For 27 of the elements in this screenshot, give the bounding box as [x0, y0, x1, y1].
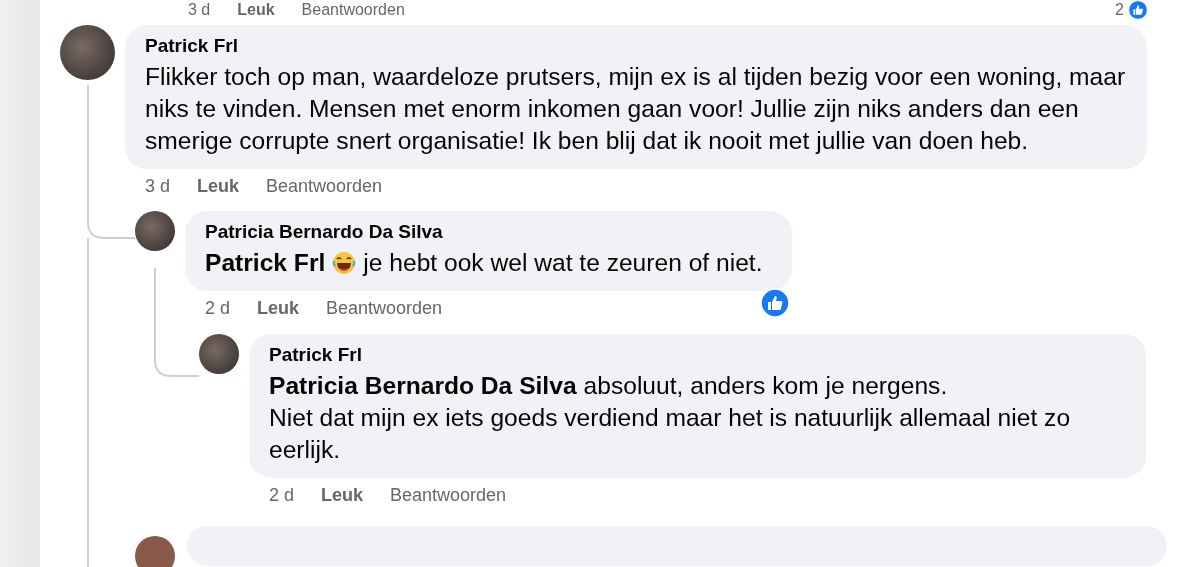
avatar[interactable] [199, 334, 239, 374]
like-link[interactable]: Leuk [257, 298, 300, 319]
like-link[interactable]: Leuk [197, 176, 240, 197]
timestamp[interactable]: 3 d [188, 1, 211, 19]
comment-text: absoluut, anders kom je nergens. [583, 371, 949, 401]
author-name[interactable]: Patricia Bernardo Da Silva [205, 221, 443, 243]
like-reaction-icon [1128, 0, 1148, 20]
mention-link[interactable]: Patrick Frl [205, 247, 326, 279]
reply-link[interactable]: Beantwoorden [266, 176, 383, 197]
reply-link[interactable]: Beantwoorden [326, 298, 443, 319]
author-name[interactable]: Patrick Frl [269, 344, 362, 366]
timestamp[interactable]: 2 d [205, 298, 231, 319]
comment-text: Flikker toch op man, waardeloze prutsers, mijn ex is al tijden bezig voor een woning, maar niks te vinden. Mensen met enorm inkomen gaan voor! Jullie zijn niks anders dan een smerige corrupte snert organisatie! Ik ben blij dat ik nooit met jullie van doen heb. [145, 62, 1127, 156]
comment-text: Niet dat mijn ex iets goeds verdiend maar het is natuurlijk allemaal niet zo eerlijk. [269, 403, 1072, 465]
avatar[interactable] [135, 536, 175, 567]
like-link[interactable]: Leuk [237, 1, 275, 19]
timestamp[interactable]: 3 d [145, 176, 171, 197]
comment-text: je hebt ook wel wat te zeuren of niet. [363, 248, 764, 278]
like-link[interactable]: Leuk [321, 485, 364, 506]
timestamp[interactable]: 2 d [269, 485, 295, 506]
avatar[interactable] [60, 25, 115, 80]
mention-link[interactable]: Patricia Bernardo Da Silva [269, 370, 577, 402]
reaction-count[interactable]: 2 [1115, 1, 1124, 19]
reply-link[interactable]: Beantwoorden [301, 1, 405, 19]
avatar[interactable] [135, 211, 175, 251]
reply-link[interactable]: Beantwoorden [390, 485, 507, 506]
author-name[interactable]: Patrick Frl [145, 35, 238, 57]
